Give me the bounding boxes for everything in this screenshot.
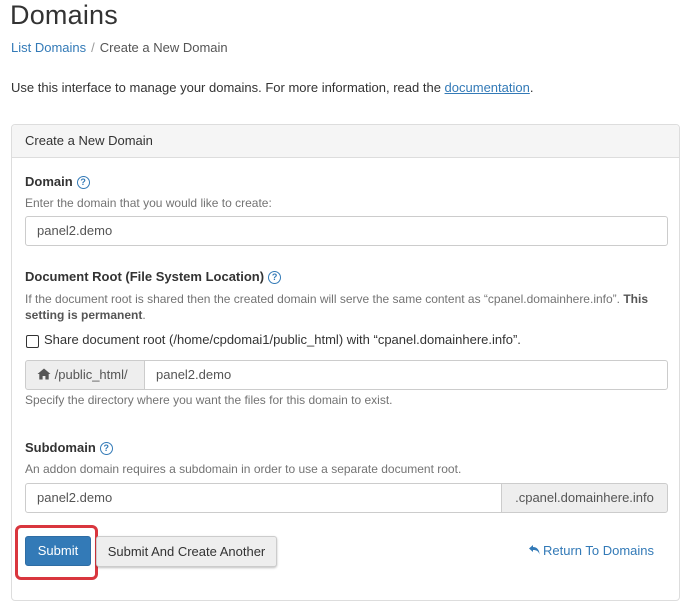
share-docroot-checkbox[interactable] bbox=[26, 335, 39, 348]
docroot-hint-text: If the document root is shared then the … bbox=[25, 292, 620, 306]
domain-hint: Enter the domain that you would like to … bbox=[25, 196, 272, 210]
submit-and-create-another-button[interactable]: Submit And Create Another bbox=[96, 536, 277, 567]
question-circle-icon[interactable]: ? bbox=[268, 271, 282, 284]
breadcrumb-separator: / bbox=[91, 40, 95, 55]
docroot-input[interactable]: panel2.demo bbox=[144, 360, 668, 390]
docroot-prefix-text: /public_html/ bbox=[54, 367, 128, 382]
domain-label: Domain bbox=[25, 174, 73, 189]
docroot-specify-hint: Specify the directory where you want the… bbox=[25, 393, 393, 407]
docroot-label-row: Document Root (File System Location)? bbox=[25, 269, 282, 284]
share-docroot-label[interactable]: Share document root (/home/cpdomai1/publ… bbox=[44, 332, 521, 347]
docroot-hint: If the document root is shared then the … bbox=[25, 291, 670, 323]
docroot-prefix-addon: /public_html/ bbox=[25, 360, 145, 390]
domain-label-row: Domain? bbox=[25, 174, 90, 189]
docroot-hint-bold-2: setting is permanent bbox=[25, 308, 143, 322]
submit-button[interactable]: Submit bbox=[25, 536, 91, 566]
subdomain-label-row: Subdomain? bbox=[25, 440, 113, 455]
return-to-domains-label[interactable]: Return To Domains bbox=[543, 543, 654, 558]
docroot-hint-bold-1: This bbox=[623, 292, 649, 306]
intro-text: Use this interface to manage your domain… bbox=[11, 80, 533, 95]
return-to-domains-link[interactable]: Return To Domains bbox=[528, 543, 654, 558]
domain-input[interactable]: panel2.demo bbox=[25, 216, 668, 246]
subdomain-suffix-addon: .cpanel.domainhere.info bbox=[501, 483, 668, 513]
docroot-label: Document Root (File System Location) bbox=[25, 269, 265, 284]
home-icon bbox=[37, 368, 51, 380]
breadcrumb: List Domains / Create a New Domain bbox=[11, 40, 228, 55]
subdomain-hint: An addon domain requires a subdomain in … bbox=[25, 462, 462, 476]
breadcrumb-current: Create a New Domain bbox=[99, 40, 228, 55]
documentation-link[interactable]: documentation bbox=[445, 80, 530, 95]
create-domain-panel: Create a New Domain Domain? Enter the do… bbox=[11, 124, 680, 601]
question-circle-icon[interactable]: ? bbox=[76, 176, 90, 189]
subdomain-label: Subdomain bbox=[25, 440, 96, 455]
question-circle-icon[interactable]: ? bbox=[99, 442, 113, 455]
intro-text-end: . bbox=[529, 80, 534, 95]
breadcrumb-list-domains-link[interactable]: List Domains bbox=[11, 40, 86, 55]
page-title: Domains bbox=[10, 0, 118, 30]
undo-arrow-icon bbox=[529, 545, 540, 555]
docroot-hint-end: . bbox=[142, 308, 146, 322]
panel-heading: Create a New Domain bbox=[12, 125, 679, 158]
subdomain-input[interactable]: panel2.demo bbox=[25, 483, 502, 513]
intro-text-body: Use this interface to manage your domain… bbox=[11, 80, 445, 95]
